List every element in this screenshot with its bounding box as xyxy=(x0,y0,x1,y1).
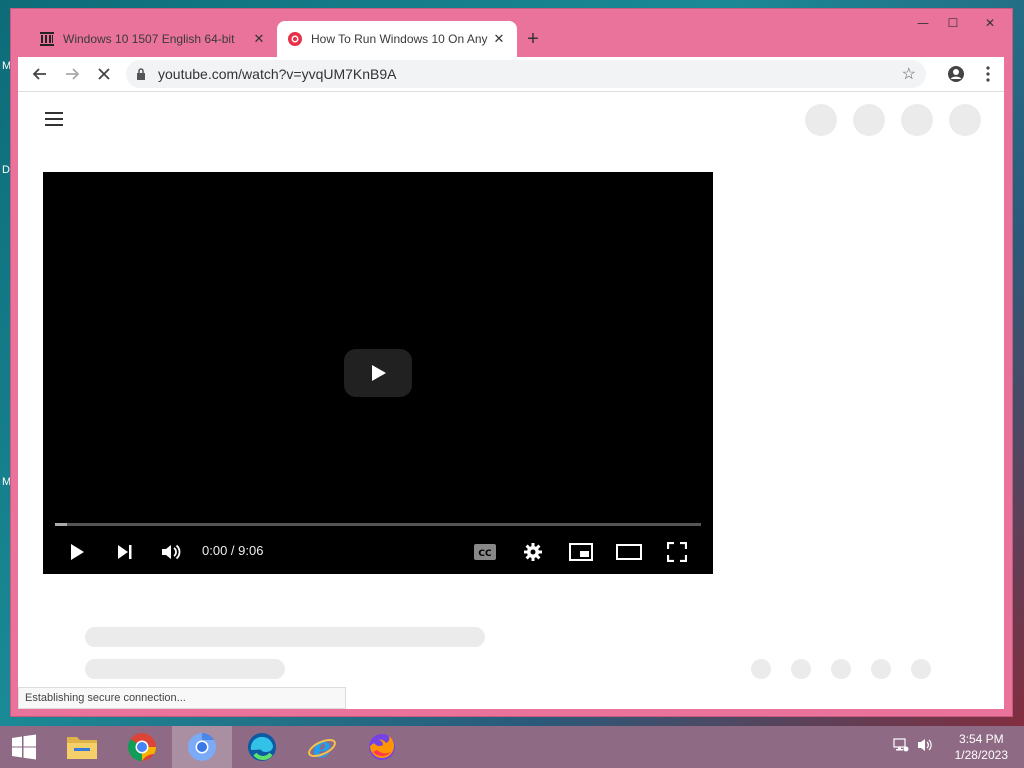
clock-time: 3:54 PM xyxy=(958,732,1004,746)
skeleton-avatar xyxy=(853,104,885,136)
close-tab-icon[interactable]: ✕ xyxy=(251,31,267,47)
status-bar: Establishing secure connection... xyxy=(18,687,346,709)
next-button[interactable] xyxy=(111,538,139,566)
clock[interactable]: 3:54 PM 1/28/2023 xyxy=(955,731,1008,763)
volume-icon xyxy=(162,544,181,560)
internet-explorer-icon: e xyxy=(308,732,336,762)
skeleton-avatar xyxy=(901,104,933,136)
skeleton-title xyxy=(85,627,485,647)
theater-mode-icon xyxy=(616,544,642,560)
fullscreen-icon xyxy=(667,542,687,562)
profile-button[interactable] xyxy=(940,58,972,90)
buffered-bar xyxy=(55,523,67,526)
large-play-button[interactable] xyxy=(344,349,412,397)
youtube-icon xyxy=(287,31,303,47)
closed-captions-icon: CC xyxy=(474,544,496,560)
skeleton-action xyxy=(911,659,931,679)
edge-icon xyxy=(248,733,276,761)
start-button[interactable] xyxy=(0,726,48,768)
chromium-icon xyxy=(188,733,216,761)
theater-mode-button[interactable] xyxy=(615,538,643,566)
browser-toolbar: youtube.com/watch?v=yvqUM7KnB9A ☆ xyxy=(18,57,1004,91)
play-icon xyxy=(71,544,84,560)
forward-button[interactable] xyxy=(56,58,88,90)
skeleton-action xyxy=(871,659,891,679)
close-window-button[interactable]: ✕ xyxy=(968,13,1012,33)
hamburger-menu-icon[interactable] xyxy=(45,112,63,130)
skeleton-avatar xyxy=(805,104,837,136)
desktop-icon-label[interactable]: D xyxy=(2,164,10,176)
back-button[interactable] xyxy=(24,58,56,90)
taskbar: e 3:54 PM 1/28/2023 xyxy=(0,726,1024,768)
video-player[interactable]: 0:00 / 9:06 CC xyxy=(43,172,713,574)
skeleton-subtitle xyxy=(85,659,285,679)
tab-title: How To Run Windows 10 On Any xyxy=(311,32,488,46)
archive-icon xyxy=(39,31,55,47)
status-text: Establishing secure connection... xyxy=(25,692,186,704)
settings-button[interactable] xyxy=(519,538,547,566)
url-text[interactable]: youtube.com/watch?v=yvqUM7KnB9A xyxy=(158,66,902,82)
tab-youtube[interactable]: How To Run Windows 10 On Any ✕ xyxy=(277,21,517,57)
miniplayer-button[interactable] xyxy=(567,538,595,566)
firefox-icon xyxy=(369,734,395,760)
kebab-menu-icon xyxy=(986,66,990,82)
progress-bar[interactable] xyxy=(55,523,701,526)
taskbar-internet-explorer[interactable]: e xyxy=(292,726,352,768)
chrome-icon xyxy=(127,733,156,761)
new-tab-button[interactable]: + xyxy=(517,21,549,57)
address-bar[interactable]: youtube.com/watch?v=yvqUM7KnB9A ☆ xyxy=(126,60,926,88)
page-content: 0:00 / 9:06 CC Establishing secure conne… xyxy=(18,91,1004,709)
stop-button[interactable] xyxy=(88,58,120,90)
play-icon xyxy=(372,365,386,381)
skip-next-icon xyxy=(118,545,132,559)
stop-loading-icon xyxy=(98,68,110,80)
svg-text:CC: CC xyxy=(478,549,492,559)
time-display: 0:00 / 9:06 xyxy=(202,543,264,558)
speaker-icon[interactable] xyxy=(917,737,933,758)
back-arrow-icon xyxy=(32,68,46,80)
taskbar-chromium[interactable] xyxy=(172,726,232,768)
taskbar-firefox[interactable] xyxy=(352,726,412,768)
clock-date: 1/28/2023 xyxy=(954,748,1008,762)
system-tray: 3:54 PM 1/28/2023 xyxy=(893,726,1008,768)
taskbar-chrome[interactable] xyxy=(112,726,172,768)
captions-button[interactable]: CC xyxy=(471,538,499,566)
svg-text:e: e xyxy=(313,732,331,762)
taskbar-edge[interactable] xyxy=(232,726,292,768)
taskbar-file-explorer[interactable] xyxy=(52,726,112,768)
menu-button[interactable] xyxy=(972,58,1004,90)
profile-icon xyxy=(948,66,964,82)
close-tab-icon[interactable]: ✕ xyxy=(491,31,507,47)
player-controls: 0:00 / 9:06 CC xyxy=(43,532,713,572)
maximize-button[interactable]: ☐ xyxy=(938,13,968,33)
forward-arrow-icon xyxy=(66,68,80,80)
bookmark-star-icon[interactable]: ☆ xyxy=(902,64,916,84)
start-icon xyxy=(12,734,36,760)
skeleton-avatar xyxy=(949,104,981,136)
skeleton-action xyxy=(751,659,771,679)
volume-button[interactable] xyxy=(158,538,186,566)
tab-archive[interactable]: Windows 10 1507 English 64-bit ✕ xyxy=(29,21,277,57)
gear-icon xyxy=(524,543,542,561)
skeleton-action xyxy=(791,659,811,679)
tab-title: Windows 10 1507 English 64-bit xyxy=(63,32,235,46)
browser-window: — ☐ ✕ Windows 10 1507 English 64-bit ✕ H… xyxy=(10,8,1013,717)
window-controls: — ☐ ✕ xyxy=(908,13,1012,33)
play-button[interactable] xyxy=(63,538,91,566)
miniplayer-icon xyxy=(569,543,593,561)
minimize-button[interactable]: — xyxy=(908,13,938,33)
network-icon[interactable] xyxy=(893,737,909,758)
lock-icon xyxy=(136,68,150,80)
tab-strip: Windows 10 1507 English 64-bit ✕ How To … xyxy=(29,21,549,57)
skeleton-action xyxy=(831,659,851,679)
fullscreen-button[interactable] xyxy=(663,538,691,566)
file-explorer-icon xyxy=(67,737,97,759)
